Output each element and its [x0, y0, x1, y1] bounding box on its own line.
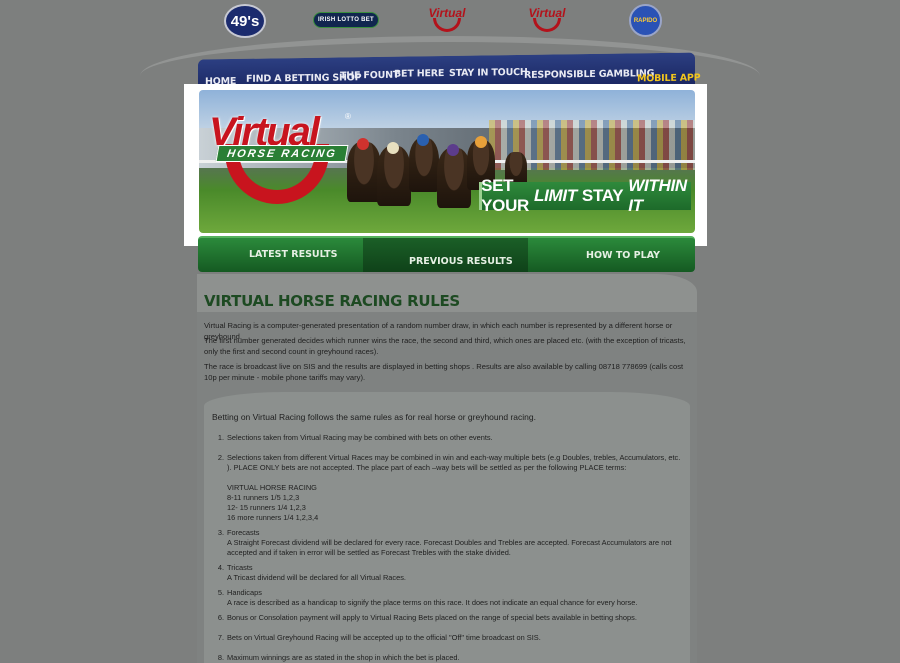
- rule-text: Bonus or Consolation payment will apply …: [227, 613, 682, 623]
- rule-line: [227, 473, 682, 483]
- rule-number: 1.: [217, 433, 224, 442]
- rule-line: Bets on Virtual Greyhound Racing will be…: [227, 633, 541, 642]
- rule-line: VIRTUAL HORSE RACING: [227, 483, 317, 492]
- virtual-horse-racing-logo[interactable]: Virtual: [423, 4, 471, 34]
- tab-how-to-play[interactable]: HOW TO PLAY: [586, 250, 660, 261]
- rapido-logo-text: RAPIDO: [633, 17, 658, 24]
- rule-line: 8-11 runners 1/5 1,2,3: [227, 493, 300, 502]
- irish-lotto-bet-logo[interactable]: IRISH LOTTO BET: [313, 12, 379, 28]
- jockey-image: [417, 134, 429, 146]
- rule-number: 7.: [217, 633, 224, 642]
- slogan-part: SET YOUR: [481, 176, 530, 215]
- rule-line: A Straight Forecast dividend will be dec…: [227, 538, 672, 557]
- rule-line: Tricasts: [227, 563, 253, 572]
- rules-intro: Betting on Virtual Racing follows the sa…: [212, 412, 536, 422]
- rule-text: Handicaps A race is described as a handic…: [227, 588, 682, 608]
- intro-paragraph: The first number generated decides which…: [204, 336, 686, 356]
- brand-sub: HORSE RACING: [215, 145, 349, 162]
- 49s-logo[interactable]: 49's: [224, 4, 266, 38]
- rule-line: A race is described as a handicap to sig…: [227, 598, 638, 607]
- rule-text: Bets on Virtual Greyhound Racing will be…: [227, 633, 682, 643]
- rule-line: Handicaps: [227, 588, 262, 597]
- rule-line: 12- 15 runners 1/4 1,2,3: [227, 503, 306, 512]
- tab-previous-results[interactable]: PREVIOUS RESULTS: [409, 256, 513, 267]
- hero-banner: Virtual ® HORSE RACING SET YOUR LIMIT ST…: [199, 90, 695, 233]
- horse-image: [409, 138, 439, 192]
- registered-mark: ®: [345, 112, 351, 121]
- rule-text: Forecasts A Straight Forecast dividend wi…: [227, 528, 682, 558]
- virtual-horse-racing-brand: Virtual ® HORSE RACING: [207, 110, 357, 210]
- rule-text: Maximum winnings are as stated in the sh…: [227, 653, 682, 663]
- rule-line: Forecasts: [227, 528, 260, 537]
- jockey-image: [357, 138, 369, 150]
- jockey-image: [475, 136, 487, 148]
- responsible-slogan: SET YOUR LIMIT STAY WITHIN IT: [479, 176, 691, 215]
- vhr-logo-text: Virtual: [428, 5, 466, 20]
- rule-line: Bonus or Consolation payment will apply …: [227, 613, 637, 622]
- tab-latest-results[interactable]: LATEST RESULTS: [249, 249, 337, 260]
- vgr-logo-text: Virtual: [528, 5, 566, 20]
- horse-image: [437, 148, 471, 208]
- results-subnav: LATEST RESULTS PREVIOUS RESULTS HOW TO P…: [198, 236, 695, 272]
- intro-paragraph: The race is broadcast live on SIS and th…: [204, 362, 684, 382]
- rule-text: Selections taken from different Virtual …: [227, 453, 682, 523]
- rule-line: Selections taken from different Virtual …: [227, 453, 681, 472]
- rule-number: 5.: [217, 588, 224, 597]
- rule-number: 4.: [217, 563, 224, 572]
- slogan-part: STAY: [581, 186, 624, 205]
- 49s-logo-text: 49's: [230, 12, 260, 30]
- page-title: VIRTUAL HORSE RACING RULES: [204, 292, 460, 310]
- rule-line: A Tricast dividend will be declared for …: [227, 573, 406, 582]
- rule-number: 3.: [217, 528, 224, 537]
- rule-text: Selections taken from Virtual Racing may…: [227, 433, 682, 443]
- jockey-image: [447, 144, 459, 156]
- vhr-logo-ring: [433, 17, 461, 32]
- irish-lotto-bet-logo-text: IRISH LOTTO BET: [317, 17, 375, 23]
- rapido-logo[interactable]: RAPIDO: [629, 4, 662, 37]
- slogan-emphasis: WITHIN IT: [628, 176, 687, 215]
- rule-line: 16 more runners 1/4 1,2,3,4: [227, 513, 319, 522]
- rule-text: Tricasts A Tricast dividend will be decla…: [227, 563, 682, 583]
- horse-image: [377, 146, 411, 206]
- rule-line: Selections taken from Virtual Racing may…: [227, 433, 493, 442]
- virtual-greyhound-racing-logo[interactable]: Virtual: [523, 4, 571, 34]
- rule-number: 8.: [217, 653, 224, 662]
- slogan-emphasis: LIMIT: [534, 186, 577, 205]
- rule-number: 2.: [217, 453, 224, 462]
- jockey-image: [387, 142, 399, 154]
- rule-line: Maximum winnings are as stated in the sh…: [227, 653, 460, 662]
- rule-number: 6.: [217, 613, 224, 622]
- vgr-logo-ring: [533, 17, 561, 32]
